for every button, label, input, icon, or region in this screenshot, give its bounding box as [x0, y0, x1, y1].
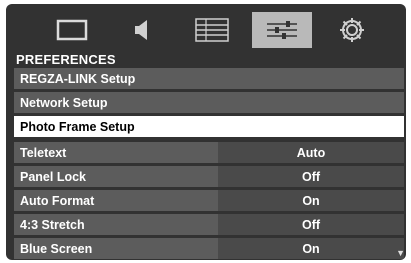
- menu-item-value: On: [218, 238, 404, 259]
- menu-tab-bar: [6, 4, 406, 52]
- tv-menu-screen: PREFERENCES REGZA-LINK Setup Network Set…: [6, 4, 406, 260]
- menu-item-label: Blue Screen: [20, 241, 93, 256]
- tab-preferences[interactable]: [252, 12, 312, 48]
- menu-item-value: On: [218, 190, 404, 211]
- picture-icon: [56, 19, 88, 41]
- menu-item-label: Photo Frame Setup: [20, 119, 135, 134]
- tab-setup[interactable]: [182, 12, 242, 48]
- menu-item-4-3-stretch[interactable]: 4:3 Stretch Off: [14, 214, 404, 235]
- menu-item-photo-frame-setup[interactable]: Photo Frame Setup: [14, 116, 404, 137]
- menu-item-value: Off: [218, 166, 404, 187]
- tab-sound[interactable]: [112, 12, 172, 48]
- menu-item-label: Teletext: [20, 145, 67, 160]
- menu-item-label: REGZA-LINK Setup: [20, 71, 136, 86]
- menu-item-label: Auto Format: [20, 193, 95, 208]
- tab-picture[interactable]: [42, 12, 102, 48]
- menu-item-label: Network Setup: [20, 95, 108, 110]
- menu-item-teletext[interactable]: Teletext Auto: [14, 142, 404, 163]
- menu-item-network-setup[interactable]: Network Setup: [14, 92, 404, 113]
- menu-item-value: Off: [218, 214, 404, 235]
- preferences-sliders-icon: [267, 21, 297, 39]
- menu-item-panel-lock[interactable]: Panel Lock Off: [14, 166, 404, 187]
- menu-item-blue-screen[interactable]: Blue Screen On: [14, 238, 404, 259]
- menu-item-label: Panel Lock: [20, 169, 86, 184]
- scroll-down-arrow-icon[interactable]: ▼: [396, 248, 405, 258]
- sound-icon: [135, 20, 147, 40]
- settings-gear-icon: [340, 18, 364, 42]
- section-title: PREFERENCES: [16, 52, 116, 67]
- menu-item-regza-link-setup[interactable]: REGZA-LINK Setup: [14, 68, 404, 89]
- menu-item-value: Auto: [218, 142, 404, 163]
- tab-settings[interactable]: [322, 12, 382, 48]
- setup-list-icon: [195, 18, 229, 42]
- menu-item-label: 4:3 Stretch: [20, 217, 85, 232]
- menu-item-auto-format[interactable]: Auto Format On: [14, 190, 404, 211]
